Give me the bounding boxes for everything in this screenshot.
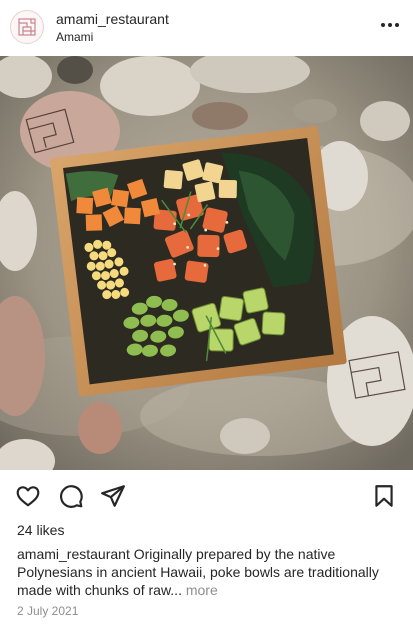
comment-icon[interactable]	[58, 483, 84, 509]
avatar[interactable]	[10, 10, 44, 44]
poke-bowl-photo	[0, 56, 413, 470]
post-image[interactable]	[0, 56, 413, 470]
more-options-icon[interactable]	[381, 17, 399, 33]
heart-icon[interactable]	[15, 483, 41, 509]
like-count[interactable]: 24 likes	[17, 521, 64, 539]
restaurant-logo	[18, 18, 36, 36]
post-date: 2 July 2021	[17, 604, 79, 618]
caption-username[interactable]: amami_restaurant	[17, 546, 130, 562]
bookmark-icon[interactable]	[371, 483, 397, 509]
post-caption: amami_restaurant Originally prepared by …	[17, 545, 397, 599]
post-header: amami_restaurant Amami	[0, 0, 413, 56]
share-icon[interactable]	[100, 483, 126, 509]
username[interactable]: amami_restaurant	[56, 10, 169, 28]
post-actions	[0, 470, 413, 518]
location[interactable]: Amami	[56, 29, 169, 45]
caption-more-link[interactable]: more	[186, 582, 218, 598]
